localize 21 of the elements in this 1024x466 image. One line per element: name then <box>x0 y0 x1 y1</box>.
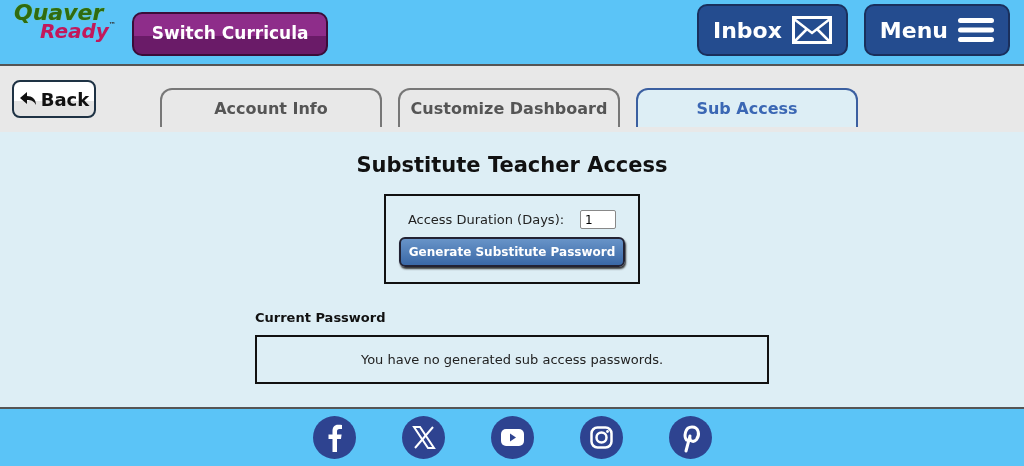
facebook-icon[interactable] <box>312 416 356 459</box>
tab[interactable]: Account Info <box>160 88 382 127</box>
tab[interactable]: Customize Dashboard <box>398 88 620 127</box>
page-heading: Substitute Teacher Access <box>356 152 668 179</box>
back-arrow-icon <box>18 92 37 106</box>
back-button[interactable]: Back <box>12 80 96 118</box>
envelope-icon <box>791 16 832 44</box>
current-password-label: Current Password <box>255 308 387 327</box>
empty-message: You have no generated sub access passwords. <box>360 350 664 369</box>
inbox-button[interactable]: Inbox <box>696 4 848 56</box>
menu-icon <box>958 17 994 43</box>
duration-input[interactable]: 1 <box>580 210 617 229</box>
camera-icon[interactable] <box>579 416 623 459</box>
x-icon[interactable] <box>401 416 445 459</box>
tab[interactable]: Sub Access <box>636 88 858 127</box>
generate-password-button[interactable]: Generate Substitute Password <box>398 237 626 268</box>
play-icon[interactable] <box>490 416 534 459</box>
pin-icon[interactable] <box>668 416 712 459</box>
menu-button[interactable]: Menu <box>863 4 1010 56</box>
duration-label: Access Duration (Days): <box>407 210 565 229</box>
curricula-button[interactable]: Switch Curricula <box>131 12 329 56</box>
